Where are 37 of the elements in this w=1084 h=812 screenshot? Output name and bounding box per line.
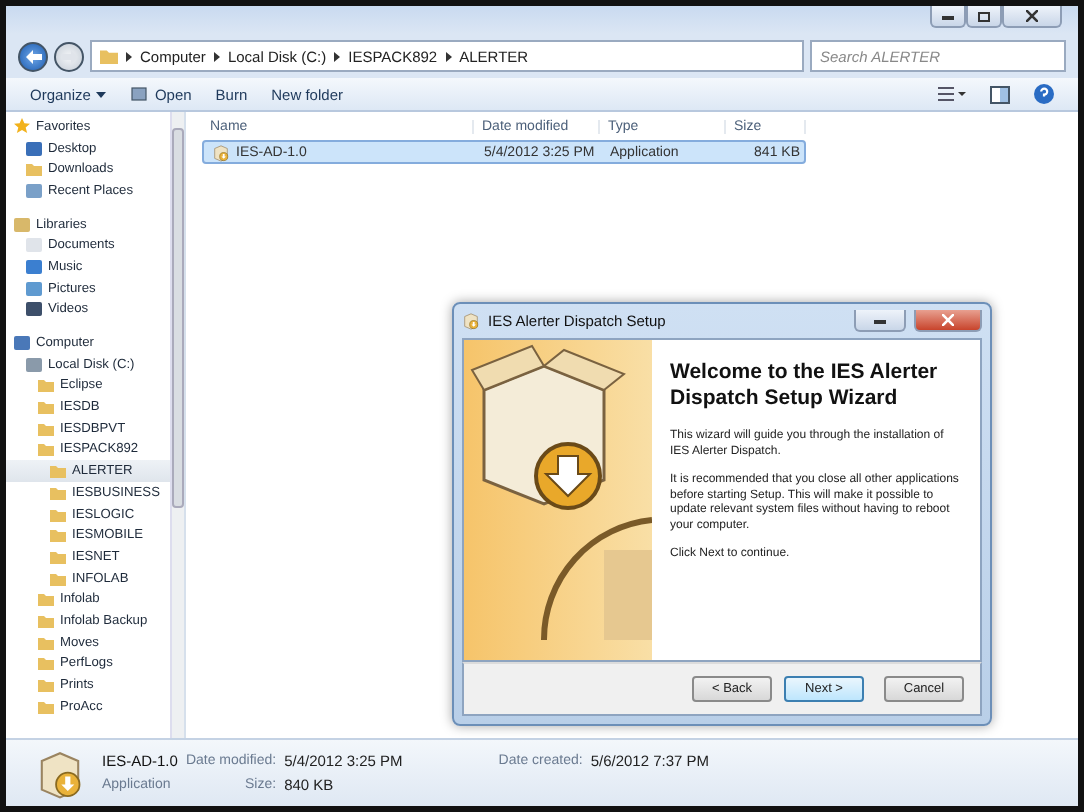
folder-icon [100, 48, 118, 64]
forward-button[interactable] [54, 41, 84, 71]
recent-icon [26, 183, 42, 198]
scrollbar[interactable] [170, 112, 184, 738]
dropdown-icon [96, 91, 107, 97]
chevron-icon [126, 51, 132, 61]
minimize-icon [874, 317, 886, 323]
computer-icon [14, 336, 30, 351]
close-icon [942, 314, 954, 326]
document-icon [26, 238, 42, 253]
installer-box-icon [212, 143, 230, 161]
chevron-icon [213, 51, 220, 61]
video-icon [26, 302, 42, 317]
chevron-icon [334, 51, 341, 61]
open-icon [130, 86, 149, 102]
desktop-icon [26, 141, 42, 156]
back-button[interactable] [18, 41, 48, 71]
maximize-button[interactable] [966, 6, 1002, 28]
chevron-icon [445, 51, 452, 61]
help-icon[interactable] [1034, 84, 1054, 104]
installer-box-icon [462, 312, 480, 330]
preview-pane-icon[interactable] [990, 85, 1010, 103]
folder-icon [26, 162, 42, 177]
back-arrow-icon [25, 49, 41, 63]
music-icon [26, 259, 42, 274]
minimize-icon [942, 13, 954, 19]
library-icon [14, 217, 30, 232]
picture-icon [26, 281, 42, 296]
wizard-heading: Welcome to the IES Alerter Dispatch Setup Wizard [670, 360, 940, 411]
star-icon [14, 118, 30, 135]
close-button[interactable] [914, 310, 982, 332]
close-icon [1026, 10, 1038, 22]
minimize-button[interactable] [930, 6, 966, 28]
minimize-button[interactable] [854, 310, 906, 332]
maximize-icon [978, 11, 990, 21]
close-button[interactable] [1002, 6, 1062, 28]
view-options-icon[interactable] [938, 86, 966, 102]
